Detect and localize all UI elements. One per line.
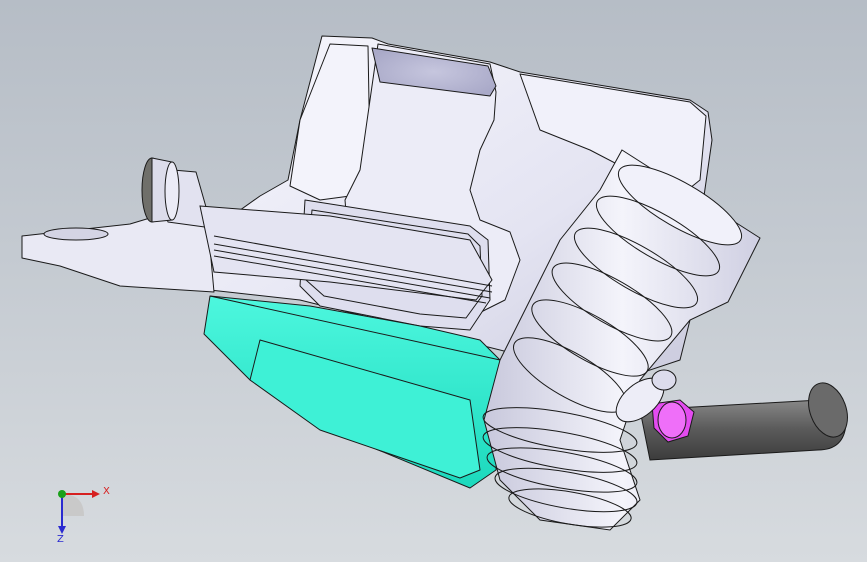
z-axis-arrowhead: [58, 526, 66, 534]
y-axis-dot: [58, 490, 66, 498]
x-axis-label: X: [103, 486, 110, 497]
axis-triad: X Z: [40, 478, 120, 548]
z-axis-label: Z: [57, 534, 64, 545]
cad-model[interactable]: [0, 0, 867, 562]
triad-plane-shading: [62, 494, 84, 516]
tank-bracket[interactable]: [21, 167, 215, 293]
filler-cap[interactable]: [141, 157, 180, 223]
x-axis-arrowhead: [92, 490, 100, 498]
3d-viewport[interactable]: X Z: [0, 0, 867, 562]
